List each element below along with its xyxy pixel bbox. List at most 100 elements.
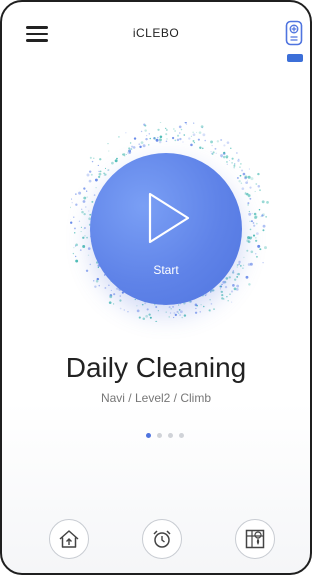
- particle-dot: [243, 264, 245, 266]
- particle-dot: [73, 247, 75, 249]
- particle-dot: [258, 209, 261, 211]
- page-dot: [157, 433, 162, 438]
- particle-dot: [236, 176, 239, 179]
- particle-dot: [255, 253, 257, 255]
- page-dot: [168, 433, 173, 438]
- particle-dot: [213, 308, 215, 310]
- particle-dot: [81, 208, 83, 210]
- particle-dot: [243, 256, 245, 259]
- particle-dot: [159, 135, 163, 139]
- particle-dot: [125, 132, 127, 134]
- particle-dot: [194, 311, 198, 314]
- particle-dot: [242, 267, 244, 269]
- particle-dot: [174, 130, 176, 132]
- particle-dot: [211, 152, 213, 154]
- particle-dot: [246, 249, 249, 252]
- particle-dot: [83, 187, 86, 190]
- particle-dot: [210, 303, 213, 305]
- home-button[interactable]: [49, 519, 89, 559]
- remote-control-icon[interactable]: [285, 20, 303, 46]
- particle-dot: [79, 249, 82, 251]
- particle-dot: [166, 138, 168, 140]
- particle-dot: [215, 152, 217, 154]
- app-screen: iCLEBO Start Daily Cleaning Navi / Level…: [0, 0, 312, 575]
- particle-dot: [94, 285, 97, 288]
- particle-dot: [81, 210, 84, 214]
- particle-dot: [86, 196, 88, 198]
- particle-dot: [188, 137, 191, 140]
- particle-dot: [168, 306, 171, 309]
- particle-dot: [236, 284, 240, 288]
- particle-dot: [208, 309, 212, 312]
- app-title: iCLEBO: [132, 26, 180, 40]
- particle-dot: [255, 239, 258, 242]
- particle-dot: [165, 129, 168, 131]
- particle-dot: [155, 320, 158, 322]
- particle-dot: [176, 310, 179, 313]
- particle-dot: [149, 137, 152, 140]
- particle-dot: [148, 313, 151, 316]
- particle-dot: [83, 196, 87, 200]
- particle-dot: [196, 131, 198, 133]
- particle-dot: [86, 173, 90, 177]
- particle-dot: [165, 140, 168, 142]
- particle-dot: [96, 277, 100, 281]
- particle-dot: [204, 139, 206, 142]
- particle-dot: [178, 309, 181, 311]
- particle-dot: [125, 153, 127, 155]
- particle-dot: [123, 309, 125, 311]
- particle-dot: [146, 135, 148, 137]
- particle-dot: [212, 289, 215, 292]
- particle-dot: [259, 248, 261, 251]
- particle-dot: [148, 133, 151, 135]
- particle-dot: [107, 143, 109, 145]
- particle-dot: [185, 123, 188, 125]
- particle-dot: [98, 172, 102, 176]
- particle-dot: [173, 312, 176, 314]
- particle-dot: [223, 144, 226, 147]
- particle-dot: [88, 179, 92, 183]
- particle-dot: [227, 300, 229, 302]
- particle-dot: [103, 172, 106, 175]
- particle-dot: [245, 192, 249, 196]
- page-indicator: [146, 433, 186, 439]
- particle-dot: [197, 138, 200, 141]
- particle-dot: [202, 133, 206, 137]
- schedule-button[interactable]: [142, 519, 182, 559]
- particle-dot: [223, 151, 226, 154]
- particle-dot: [237, 159, 240, 162]
- particle-dot: [127, 150, 130, 152]
- particle-dot: [179, 310, 183, 314]
- particle-dot: [74, 232, 76, 234]
- particle-dot: [177, 304, 180, 306]
- particle-dot: [86, 236, 88, 239]
- particle-dot: [70, 221, 73, 224]
- particle-dot: [248, 212, 252, 216]
- home-icon: [59, 530, 79, 548]
- particle-dot: [209, 299, 211, 301]
- particle-dot: [199, 146, 202, 149]
- particle-dot: [140, 141, 144, 145]
- particle-dot: [238, 180, 241, 183]
- particle-dot: [91, 200, 94, 203]
- map-button[interactable]: [235, 519, 275, 559]
- particle-dot: [249, 220, 251, 222]
- particle-dot: [178, 125, 182, 129]
- particle-dot: [140, 130, 143, 133]
- particle-dot: [114, 159, 118, 163]
- particle-dot: [82, 200, 86, 203]
- particle-dot: [246, 180, 248, 182]
- particle-dot: [172, 128, 175, 130]
- start-button[interactable]: Start: [90, 153, 242, 305]
- particle-dot: [83, 227, 86, 229]
- particle-dot: [109, 295, 113, 299]
- particle-dot: [95, 187, 97, 189]
- particle-dot: [253, 224, 256, 227]
- particle-dot: [119, 307, 122, 310]
- particle-dot: [155, 305, 158, 308]
- particle-dot: [212, 151, 215, 154]
- particle-dot: [184, 122, 187, 124]
- particle-dot: [144, 129, 147, 132]
- particle-dot: [244, 191, 247, 194]
- particle-dot: [239, 174, 242, 177]
